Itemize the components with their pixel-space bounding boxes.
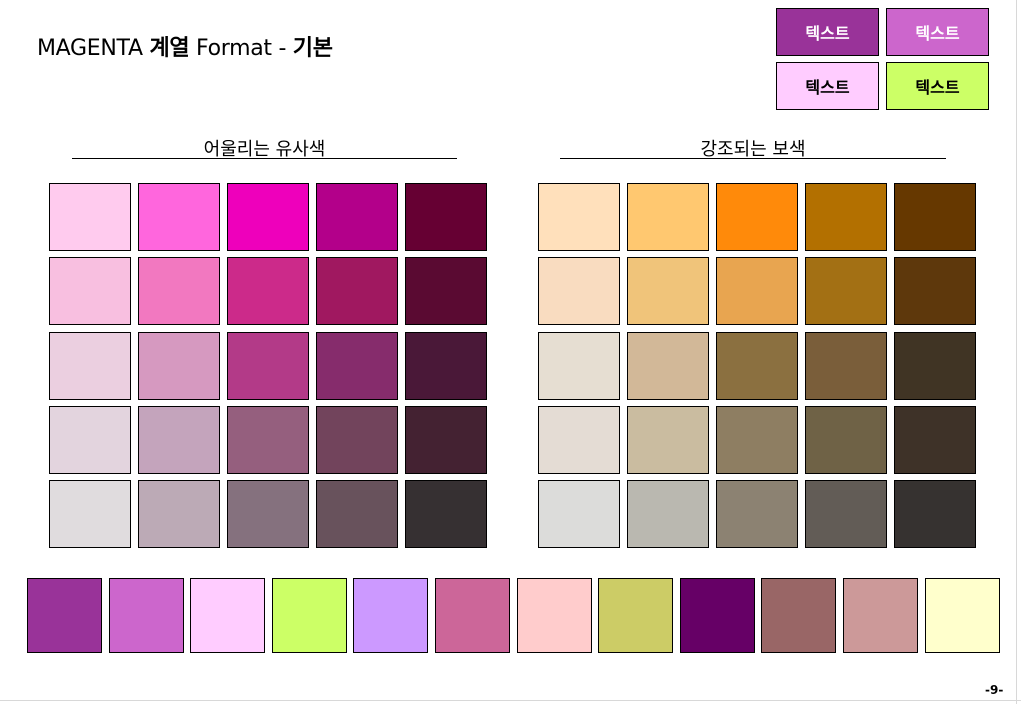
- complementary-swatch-r5-c2: [627, 480, 709, 548]
- complementary-swatch-r2-c3: [716, 257, 798, 325]
- complementary-swatch-r4-c2: [627, 406, 709, 474]
- analogous-swatch-r3-c5: [405, 332, 487, 400]
- analogous-swatch-r2-c5: [405, 257, 487, 325]
- analogous-swatch-r3-c2: [138, 332, 220, 400]
- text-sample-2[interactable]: 텍스트: [886, 8, 989, 56]
- complementary-swatch-r2-c4: [805, 257, 887, 325]
- complementary-swatch-r2-c2: [627, 257, 709, 325]
- palette-swatch-2: [109, 578, 184, 653]
- complementary-underline: [560, 158, 946, 159]
- complementary-swatch-r2-c1: [538, 257, 620, 325]
- complementary-swatch-r4-c5: [894, 406, 976, 474]
- complementary-swatch-r2-c5: [894, 257, 976, 325]
- complementary-swatch-r4-c3: [716, 406, 798, 474]
- palette-swatch-8: [598, 578, 673, 653]
- text-sample-1[interactable]: 텍스트: [776, 8, 879, 56]
- analogous-swatch-r1-c3: [227, 183, 309, 251]
- analogous-swatch-r4-c1: [49, 406, 131, 474]
- complementary-swatch-r1-c3: [716, 183, 798, 251]
- analogous-swatch-r4-c4: [316, 406, 398, 474]
- analogous-swatch-r4-c5: [405, 406, 487, 474]
- analogous-swatch-r2-c3: [227, 257, 309, 325]
- complementary-swatch-r4-c4: [805, 406, 887, 474]
- text-sample-3[interactable]: 텍스트: [776, 62, 879, 110]
- analogous-swatch-r1-c5: [405, 183, 487, 251]
- complementary-swatch-r3-c3: [716, 332, 798, 400]
- complementary-swatch-r3-c2: [627, 332, 709, 400]
- analogous-swatch-r5-c5: [405, 480, 487, 548]
- analogous-swatch-r3-c1: [49, 332, 131, 400]
- analogous-swatch-r3-c3: [227, 332, 309, 400]
- palette-swatch-7: [517, 578, 592, 653]
- analogous-swatch-r5-c3: [227, 480, 309, 548]
- analogous-swatch-r4-c2: [138, 406, 220, 474]
- palette-swatch-1: [27, 578, 102, 653]
- complementary-swatch-r1-c1: [538, 183, 620, 251]
- text-sample-4[interactable]: 텍스트: [886, 62, 989, 110]
- complementary-swatch-r3-c1: [538, 332, 620, 400]
- complementary-swatch-r5-c1: [538, 480, 620, 548]
- page-border-bottom: [0, 700, 1021, 701]
- analogous-swatch-r2-c4: [316, 257, 398, 325]
- analogous-underline: [72, 158, 457, 159]
- analogous-swatch-r4-c3: [227, 406, 309, 474]
- palette-swatch-6: [435, 578, 510, 653]
- title-prefix: MAGENTA: [37, 36, 150, 61]
- complementary-swatch-r3-c4: [805, 332, 887, 400]
- analogous-swatch-r1-c2: [138, 183, 220, 251]
- complementary-swatch-r5-c5: [894, 480, 976, 548]
- palette-swatch-3: [190, 578, 265, 653]
- palette-swatch-5: [353, 578, 428, 653]
- analogous-swatch-r3-c4: [316, 332, 398, 400]
- title-bold-1: 계열: [149, 36, 190, 61]
- complementary-swatch-r1-c4: [805, 183, 887, 251]
- complementary-swatch-r1-c5: [894, 183, 976, 251]
- analogous-swatch-r1-c1: [49, 183, 131, 251]
- analogous-swatch-r5-c2: [138, 480, 220, 548]
- palette-swatch-12: [925, 578, 1000, 653]
- palette-swatch-11: [843, 578, 918, 653]
- analogous-swatch-r1-c4: [316, 183, 398, 251]
- analogous-swatch-r2-c1: [49, 257, 131, 325]
- title-bold-2: 기본: [292, 36, 333, 61]
- complementary-swatch-r4-c1: [538, 406, 620, 474]
- complementary-swatch-r5-c4: [805, 480, 887, 548]
- palette-swatch-9: [680, 578, 755, 653]
- complementary-swatch-r5-c3: [716, 480, 798, 548]
- complementary-swatch-r3-c5: [894, 332, 976, 400]
- complementary-swatch-r1-c2: [627, 183, 709, 251]
- analogous-swatch-r2-c2: [138, 257, 220, 325]
- page-border-right: [1016, 0, 1017, 704]
- analogous-swatch-r5-c1: [49, 480, 131, 548]
- page-title: MAGENTA 계열 Format - 기본: [37, 30, 333, 62]
- page-number: -9-: [985, 683, 1004, 697]
- palette-swatch-10: [761, 578, 836, 653]
- palette-swatch-4: [272, 578, 347, 653]
- analogous-swatch-r5-c4: [316, 480, 398, 548]
- title-middle: Format -: [189, 36, 293, 61]
